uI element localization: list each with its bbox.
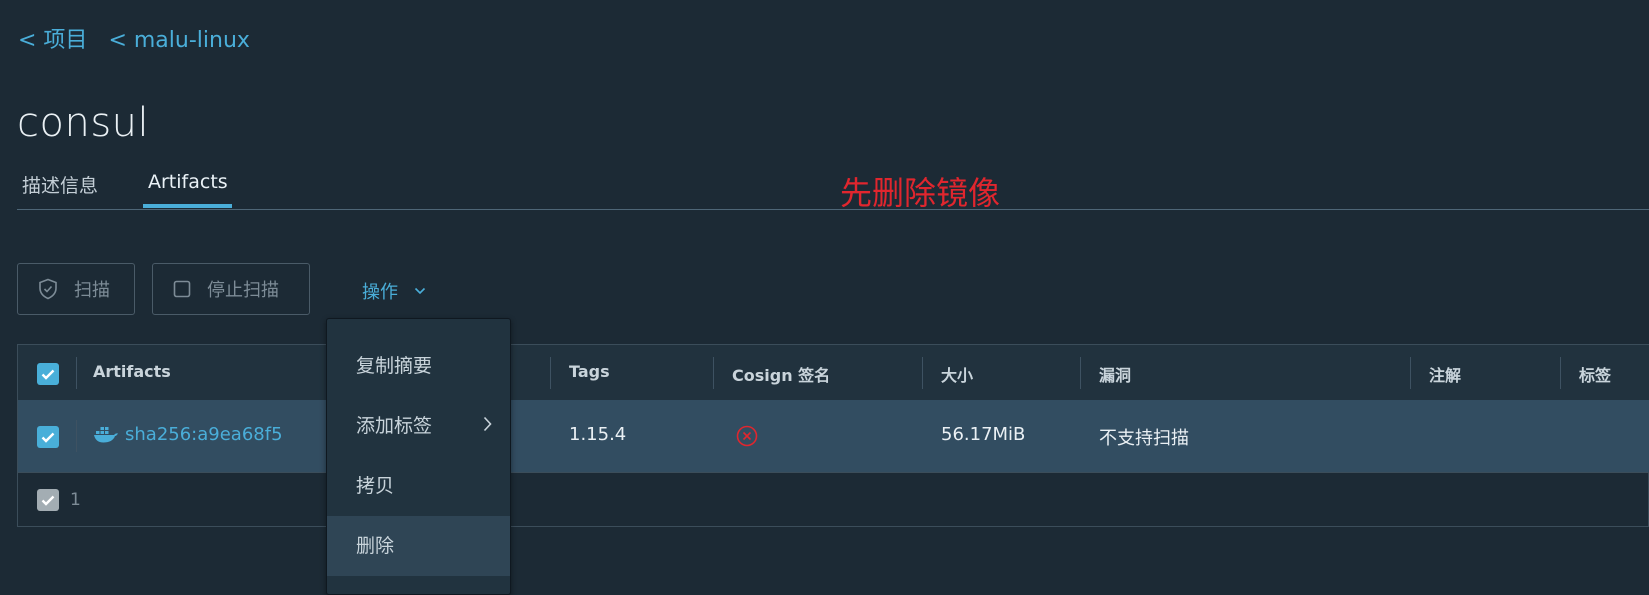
row-select-checkbox[interactable] (37, 426, 59, 448)
check-icon (41, 369, 55, 380)
menu-item-label: 拷贝 (356, 475, 395, 497)
stop-scan-label: 停止扫描 (207, 280, 279, 301)
active-tab-indicator (143, 204, 232, 208)
column-separator (713, 357, 714, 389)
actions-label: 操作 (362, 282, 398, 303)
artifact-vulnerabilities: 不支持扫描 (1099, 428, 1189, 449)
column-separator (76, 357, 77, 389)
stop-scan-button[interactable]: 停止扫描 (152, 263, 310, 315)
column-separator (1080, 357, 1081, 389)
menu-item-label: 添加标签 (356, 415, 433, 437)
grid-footer: 1 (18, 473, 1649, 527)
menu-item-delete[interactable]: 删除 (327, 516, 510, 576)
stop-square-icon (173, 280, 191, 298)
col-header-tags[interactable]: Tags (569, 362, 610, 381)
actions-dropdown[interactable]: 操作 (362, 278, 426, 304)
select-all-checkbox[interactable] (37, 363, 59, 385)
x-circle-icon (736, 425, 758, 451)
table-row[interactable]: sha256:a9ea68f5 1.15.4 56.17MiB 不支持扫描 (18, 400, 1649, 473)
menu-item-copy[interactable]: 拷贝 (327, 456, 510, 516)
column-separator (1560, 357, 1561, 389)
menu-item-add-labels[interactable]: 添加标签 (327, 396, 510, 456)
footer-item-count: 1 (70, 490, 81, 510)
tab-bar: 描述信息 Artifacts (17, 165, 1649, 210)
page-title: consul (17, 100, 150, 146)
breadcrumb-projects-link[interactable]: < 项目 (18, 28, 87, 53)
column-separator (922, 357, 923, 389)
check-icon (41, 495, 55, 506)
tab-description[interactable]: 描述信息 (22, 171, 98, 198)
chevron-right-icon (483, 416, 492, 432)
scan-button[interactable]: 扫描 (17, 263, 135, 315)
tab-artifacts[interactable]: Artifacts (148, 171, 228, 193)
column-separator (76, 420, 77, 452)
check-icon (41, 432, 55, 443)
shield-icon (38, 278, 58, 300)
col-header-size[interactable]: 大小 (941, 362, 973, 386)
col-header-cosign[interactable]: Cosign 签名 (732, 362, 830, 386)
col-header-artifacts[interactable]: Artifacts (93, 362, 171, 381)
actions-menu: 复制摘要 添加标签 拷贝 删除 (326, 318, 511, 595)
scan-label: 扫描 (74, 280, 110, 301)
menu-item-label: 复制摘要 (356, 355, 433, 377)
breadcrumb: < 项目 < malu-linux (18, 22, 264, 54)
artifact-tags: 1.15.4 (569, 424, 627, 445)
annotation-text: 先删除镜像 (840, 174, 1001, 212)
breadcrumb-project-link[interactable]: < malu-linux (108, 28, 249, 53)
col-header-annotations[interactable]: 注解 (1429, 362, 1461, 386)
chevron-down-icon (414, 287, 426, 295)
col-header-labels[interactable]: 标签 (1579, 362, 1611, 386)
menu-item-copy-digest[interactable]: 复制摘要 (327, 336, 510, 396)
grid-header: Artifacts Tags Cosign 签名 大小 漏洞 注解 标签 (18, 345, 1649, 401)
artifact-digest-link[interactable]: sha256:a9ea68f5 (125, 424, 283, 445)
footer-selection-checkbox[interactable] (37, 489, 59, 511)
column-separator (1410, 357, 1411, 389)
column-separator (550, 357, 551, 389)
docker-icon (93, 424, 119, 448)
artifact-size: 56.17MiB (941, 424, 1026, 445)
artifact-grid: Artifacts Tags Cosign 签名 大小 漏洞 注解 标签 sha… (17, 344, 1649, 527)
col-header-vulnerabilities[interactable]: 漏洞 (1099, 362, 1131, 386)
menu-item-label: 删除 (356, 535, 395, 557)
